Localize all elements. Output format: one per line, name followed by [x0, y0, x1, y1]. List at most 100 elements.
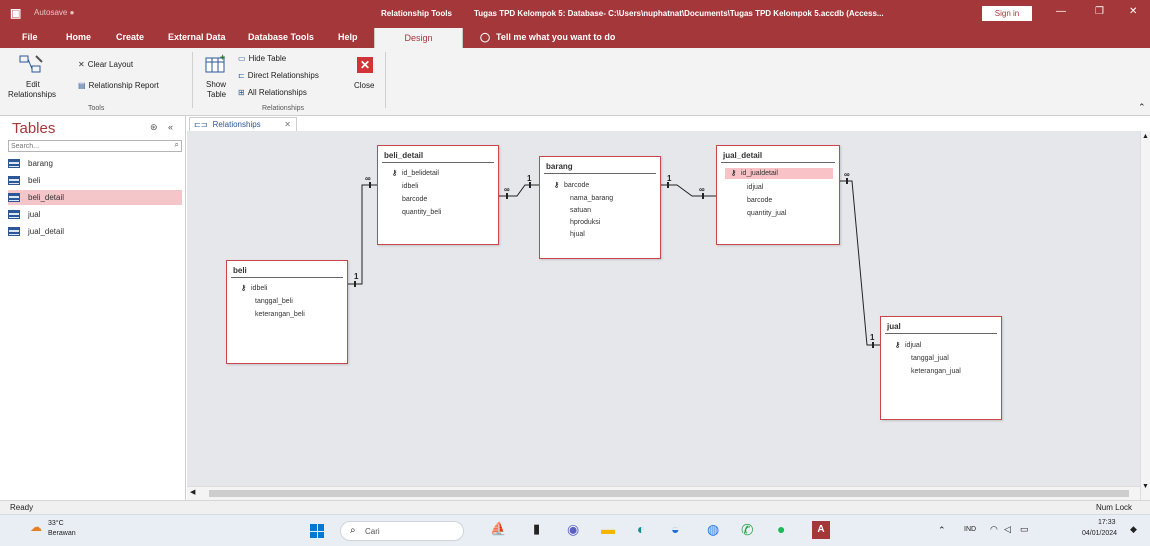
hide-table-button[interactable]: ▭ Hide Table — [238, 54, 286, 63]
nav-item-beli[interactable]: beli — [8, 173, 182, 188]
vertical-scrollbar[interactable]: ▲ ▼ — [1140, 131, 1150, 500]
scroll-left-icon[interactable]: ◀ — [190, 488, 195, 496]
nav-item-beli-detail[interactable]: beli_detail — [8, 190, 182, 205]
scroll-up-icon[interactable]: ▲ — [1142, 133, 1149, 140]
tab-external-data[interactable]: External Data — [168, 32, 226, 42]
nav-item-jual[interactable]: jual — [8, 207, 182, 222]
show-table-icon[interactable]: + — [204, 54, 228, 76]
spotify-icon[interactable]: ● — [777, 521, 797, 541]
sign-in-button[interactable]: Sign in — [982, 6, 1032, 21]
tab-design[interactable]: Design — [374, 28, 463, 50]
field-row[interactable]: keterangan_jual — [911, 366, 961, 377]
maximize-button[interactable]: ❐ — [1095, 6, 1104, 17]
minimize-button[interactable]: — — [1056, 6, 1066, 17]
field-row[interactable]: barcode — [747, 195, 772, 206]
field-row[interactable]: ⚷ idjual — [895, 340, 921, 351]
edit-relationships-label1[interactable]: Edit — [26, 80, 40, 89]
table-card-barang[interactable]: barang ⚷ barcode nama_barang satuan hprod… — [539, 156, 661, 259]
field-row[interactable]: barcode — [402, 194, 427, 205]
nav-pane-title[interactable]: Tables — [12, 120, 55, 137]
title-divider — [231, 277, 343, 278]
battery-icon[interactable]: ▭ — [1020, 524, 1029, 535]
windows-start-icon[interactable] — [310, 524, 324, 538]
store-icon[interactable]: ◒ — [671, 521, 691, 541]
taskbar-search-box[interactable]: ⌕ Cari — [340, 521, 464, 541]
clock-date[interactable]: 04/01/2024 — [1082, 530, 1117, 537]
close-tab-icon[interactable]: ✕ — [284, 118, 291, 131]
show-table-label2[interactable]: Table — [207, 90, 226, 99]
close-label[interactable]: Close — [354, 81, 374, 90]
edit-relationships-label2[interactable]: Relationships — [8, 90, 56, 99]
field-row[interactable]: nama_barang — [570, 193, 613, 204]
clear-layout-button[interactable]: ✕ Clear Layout — [78, 60, 133, 69]
nav-options-icon[interactable]: ⊛ — [150, 122, 158, 133]
wifi-icon[interactable]: ◠ — [990, 524, 998, 535]
tab-file[interactable]: File — [22, 32, 38, 42]
horizontal-scrollbar[interactable]: ◀ — [187, 486, 1140, 500]
language-indicator[interactable]: IND — [964, 526, 976, 533]
tab-relationships[interactable]: ⊏⊐ Relationships ✕ — [189, 117, 297, 131]
show-table-label1[interactable]: Show — [206, 80, 226, 89]
file-explorer-icon[interactable]: ▬ — [601, 521, 621, 541]
close-window-button[interactable]: ✕ — [1129, 6, 1137, 17]
nav-search-box[interactable]: ⌕ — [8, 140, 182, 152]
field-row[interactable]: satuan — [570, 205, 591, 216]
table-card-jual[interactable]: jual ⚷ idjual tanggal_jual keterangan_jua… — [880, 316, 1002, 420]
table-card-jual-detail[interactable]: jual_detail ⚷ id_jualdetail idjual barcod… — [716, 145, 840, 245]
nav-item-jual-detail[interactable]: jual_detail — [8, 224, 182, 239]
close-icon[interactable]: ✕ — [357, 57, 373, 73]
tab-database-tools[interactable]: Database Tools — [248, 32, 314, 42]
chat-icon[interactable]: ◉ — [567, 521, 587, 541]
task-view-icon[interactable]: ▮ — [533, 521, 553, 541]
field-row[interactable]: quantity_jual — [747, 208, 786, 219]
field-row[interactable]: keterangan_beli — [255, 309, 305, 320]
scroll-thumb[interactable] — [209, 490, 1129, 497]
nav-item-barang[interactable]: barang — [8, 156, 182, 171]
all-relationships-button[interactable]: ⊞ All Relationships — [238, 88, 307, 97]
direct-relationships-button[interactable]: ⊏ Direct Relationships — [238, 71, 319, 80]
save-icon[interactable]: ▣ — [10, 6, 21, 20]
whatsapp-icon[interactable]: ✆ — [741, 521, 761, 541]
collapse-ribbon-icon[interactable]: ⌃ — [1138, 102, 1146, 113]
tab-create[interactable]: Create — [116, 32, 144, 42]
tray-expand-icon[interactable]: ⌃ — [938, 525, 946, 536]
field-row[interactable]: idbeli — [402, 181, 418, 192]
collapse-nav-icon[interactable]: « — [168, 122, 173, 132]
table-card-beli[interactable]: beli ⚷ idbeli tanggal_beli keterangan_bel… — [226, 260, 348, 364]
table-card-beli-detail[interactable]: beli_detail ⚷ id_belidetail idbeli barcod… — [377, 145, 499, 245]
weather-app-icon[interactable]: ⛵ — [490, 521, 510, 541]
field-row[interactable]: tanggal_jual — [911, 353, 949, 364]
search-icon[interactable]: ⌕ — [175, 140, 179, 150]
access-app-icon[interactable]: A — [812, 521, 830, 539]
tab-home[interactable]: Home — [66, 32, 91, 42]
field-row[interactable]: tanggal_beli — [255, 296, 293, 307]
field-name: hjual — [570, 231, 585, 238]
edit-relationships-icon[interactable] — [18, 54, 44, 76]
table-icon — [8, 210, 20, 220]
chrome-icon[interactable]: ◍ — [707, 521, 727, 541]
field-name: idjual — [747, 184, 764, 191]
volume-icon[interactable]: ◁ — [1004, 524, 1011, 535]
field-row[interactable]: hproduksi — [570, 217, 600, 228]
weather-widget[interactable]: ☁ 33°C Berawan — [30, 520, 110, 544]
edge-icon[interactable]: ◐ — [637, 521, 657, 541]
taskbar-search-label: Cari — [365, 527, 380, 536]
field-row[interactable]: idjual — [747, 182, 763, 193]
relationships-canvas[interactable]: ∞ 1 ∞ 1 1 ∞ ∞ 1 beli_detail ⚷ id_belideta… — [187, 131, 1140, 486]
tab-help[interactable]: Help — [338, 32, 358, 42]
scroll-down-icon[interactable]: ▼ — [1142, 483, 1149, 490]
field-name: idjual — [905, 342, 922, 349]
search-input[interactable] — [11, 141, 161, 151]
field-row[interactable]: hjual — [570, 229, 585, 240]
quick-access-toolbar[interactable]: Autosave ● — [34, 8, 74, 17]
relationship-report-button[interactable]: ▤ Relationship Report — [78, 81, 159, 90]
field-row[interactable]: ⚷ idbeli — [241, 283, 267, 294]
clock-time[interactable]: 17:33 — [1098, 519, 1116, 526]
field-row-selected[interactable]: ⚷ id_jualdetail — [725, 168, 833, 179]
field-name: idbeli — [251, 285, 268, 292]
tell-me-input[interactable]: Tell me what you want to do — [496, 32, 615, 42]
notification-icon[interactable]: ◆ — [1130, 524, 1137, 535]
field-row[interactable]: quantity_beli — [402, 207, 441, 218]
field-row[interactable]: ⚷ id_belidetail — [392, 168, 439, 179]
field-row[interactable]: ⚷ barcode — [554, 180, 589, 191]
